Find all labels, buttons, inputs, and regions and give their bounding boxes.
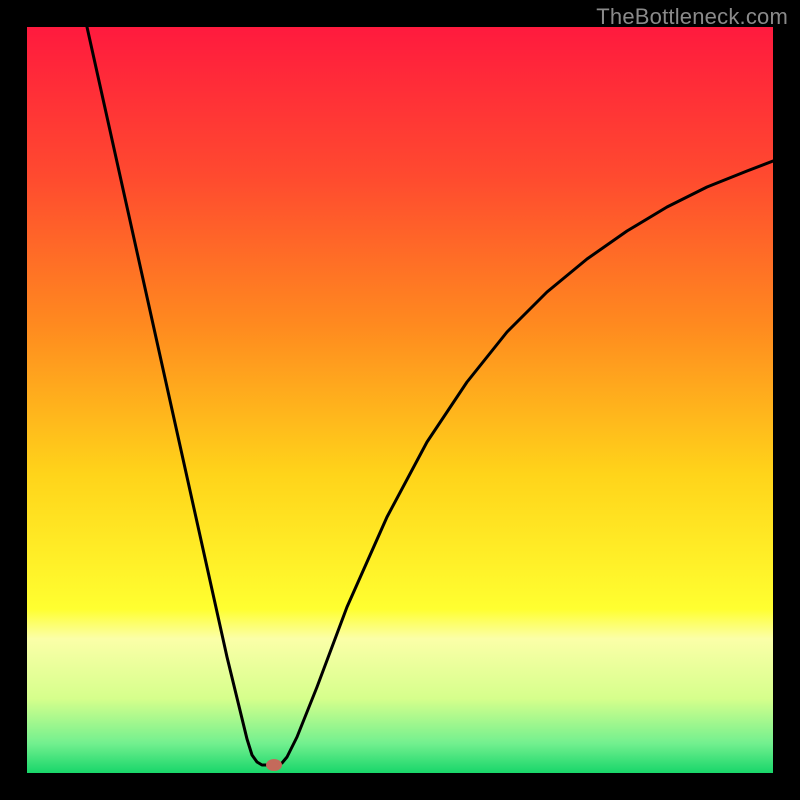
chart-frame: TheBottleneck.com (0, 0, 800, 800)
gradient-background (27, 27, 773, 773)
min-point-marker (266, 759, 282, 771)
chart-svg (27, 27, 773, 773)
plot-area (27, 27, 773, 773)
